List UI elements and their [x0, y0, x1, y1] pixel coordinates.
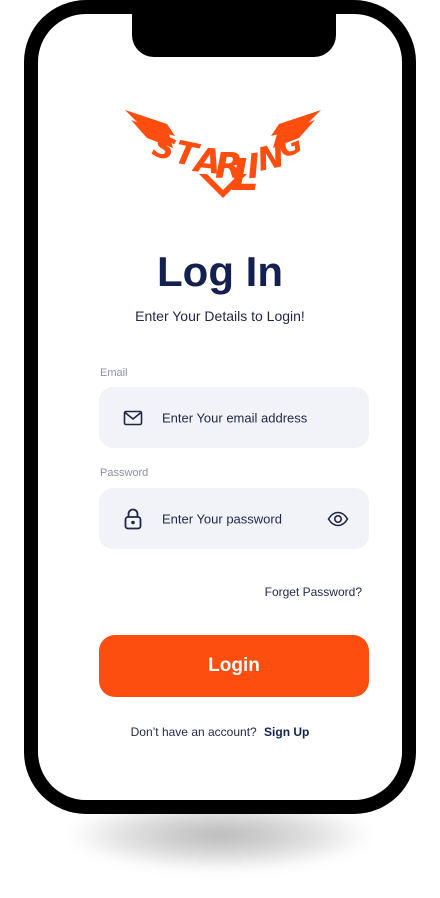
phone-frame: S T A R L I N G Log In Enter Your Detail…: [24, 0, 416, 814]
email-field[interactable]: Enter Your email address: [99, 387, 369, 448]
password-field[interactable]: Enter Your password: [99, 488, 369, 549]
phone-notch: [132, 14, 336, 57]
phone-screen: S T A R L I N G Log In Enter Your Detail…: [38, 14, 402, 800]
envelope-icon: [123, 408, 143, 428]
lock-icon: [123, 508, 143, 529]
signup-link[interactable]: Sign Up: [264, 725, 309, 739]
login-button[interactable]: Login: [99, 635, 369, 697]
password-placeholder: Enter Your password: [162, 511, 282, 526]
starling-logo: S T A R L I N G: [125, 110, 321, 201]
page-subtitle: Enter Your Details to Login!: [135, 308, 305, 324]
page-title: Log In: [157, 248, 283, 295]
email-label: Email: [100, 367, 128, 379]
signup-row: Don’t have an account? Sign Up: [38, 725, 402, 739]
eye-icon[interactable]: [327, 508, 349, 530]
forgot-password-link[interactable]: Forget Password?: [265, 585, 362, 599]
password-label: Password: [100, 467, 149, 479]
signup-prompt: Don’t have an account?: [130, 725, 257, 739]
email-placeholder: Enter Your email address: [162, 410, 308, 425]
